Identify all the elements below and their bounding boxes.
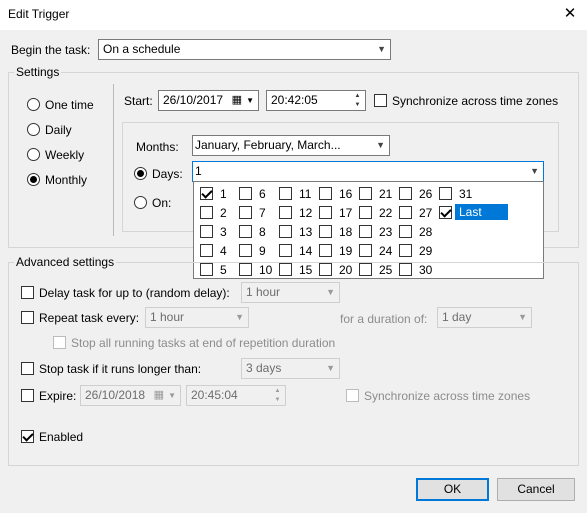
radio-on[interactable] bbox=[134, 196, 147, 209]
enabled-label: Enabled bbox=[39, 430, 84, 444]
radio-one-time-label: One time bbox=[45, 98, 94, 112]
repeat-select[interactable]: 1 hour ▼ bbox=[145, 307, 249, 328]
days-select[interactable]: 1 ▼ bbox=[192, 161, 544, 182]
cancel-button[interactable]: Cancel bbox=[497, 478, 575, 501]
delay-task-checkbox[interactable] bbox=[21, 286, 34, 299]
radio-monthly-label: Monthly bbox=[45, 173, 88, 187]
sync-timezones-checkbox[interactable] bbox=[374, 94, 387, 107]
months-select[interactable]: January, February, March... ▼ bbox=[192, 135, 390, 156]
delay-value: 1 hour bbox=[246, 285, 281, 299]
expire-label: Expire: bbox=[39, 389, 77, 403]
window-title: Edit Trigger bbox=[8, 7, 70, 21]
calendar-icon[interactable]: ▦ bbox=[232, 93, 242, 106]
chevron-down-icon: ▼ bbox=[377, 44, 386, 54]
duration-value: 1 day bbox=[442, 310, 472, 324]
settings-divider bbox=[113, 84, 114, 236]
stop-if-longer-label: Stop task if it runs longer than: bbox=[39, 362, 202, 376]
chevron-down-icon: ▼ bbox=[326, 363, 335, 373]
chevron-down-icon[interactable]: ▼ bbox=[246, 96, 254, 105]
radio-weekly-label: Weekly bbox=[45, 148, 85, 162]
chevron-down-icon: ▼ bbox=[326, 287, 335, 297]
stop-running-checkbox[interactable] bbox=[53, 336, 66, 349]
stop-if-longer-checkbox[interactable] bbox=[21, 362, 34, 375]
repeat-task-label: Repeat task every: bbox=[39, 311, 140, 325]
expire-date-picker[interactable]: 26/10/2018 ▦ ▼ bbox=[80, 385, 181, 406]
close-icon[interactable]: ✕ bbox=[559, 4, 581, 24]
expire-time-value: 20:45:04 bbox=[191, 388, 238, 402]
delay-select[interactable]: 1 hour ▼ bbox=[241, 282, 340, 303]
stop-running-label: Stop all running tasks at end of repetit… bbox=[71, 336, 336, 350]
start-time-value: 20:42:05 bbox=[271, 93, 318, 107]
expire-checkbox[interactable] bbox=[21, 389, 34, 402]
radio-monthly[interactable] bbox=[27, 173, 40, 186]
stop-if-longer-value: 3 days bbox=[246, 361, 282, 375]
chevron-down-icon: ▼ bbox=[530, 166, 539, 176]
title-bar bbox=[0, 0, 587, 30]
chevron-down-icon: ▼ bbox=[235, 312, 244, 322]
radio-daily-label: Daily bbox=[45, 123, 72, 137]
spin-up-icon[interactable]: ▲ bbox=[271, 387, 284, 396]
expire-time-input[interactable]: 20:45:04 ▲ ▼ bbox=[186, 385, 286, 406]
begin-task-value: On a schedule bbox=[103, 42, 181, 56]
spin-down-icon[interactable]: ▼ bbox=[271, 396, 284, 405]
chevron-down-icon: ▼ bbox=[376, 140, 385, 150]
months-label: Months: bbox=[136, 140, 179, 154]
sync-timezones-label: Synchronize across time zones bbox=[392, 94, 559, 108]
settings-group-label: Settings bbox=[14, 65, 62, 79]
calendar-icon[interactable]: ▦ bbox=[154, 388, 164, 401]
begin-task-label: Begin the task: bbox=[11, 43, 91, 57]
enabled-checkbox[interactable] bbox=[21, 430, 34, 443]
delay-task-label: Delay task for up to (random delay): bbox=[39, 286, 230, 300]
radio-one-time[interactable] bbox=[27, 98, 40, 111]
start-date-picker[interactable]: 26/10/2017 ▦ ▼ bbox=[158, 90, 259, 111]
radio-daily[interactable] bbox=[27, 123, 40, 136]
radio-weekly[interactable] bbox=[27, 148, 40, 161]
on-label: On: bbox=[152, 196, 172, 210]
start-date-value: 26/10/2017 bbox=[163, 93, 224, 107]
chevron-down-icon[interactable]: ▼ bbox=[168, 391, 176, 400]
advanced-settings-label: Advanced settings bbox=[14, 255, 117, 269]
start-time-input[interactable]: 20:42:05 ▲ ▼ bbox=[266, 90, 366, 111]
months-value: January, February, March... bbox=[195, 138, 341, 152]
expire-date-value: 26/10/2018 bbox=[85, 388, 146, 402]
repeat-value: 1 hour bbox=[150, 310, 185, 324]
spin-down-icon[interactable]: ▼ bbox=[351, 101, 364, 110]
spin-up-icon[interactable]: ▲ bbox=[351, 92, 364, 101]
days-label: Days: bbox=[152, 167, 183, 181]
days-value: 1 bbox=[195, 164, 202, 178]
expire-sync-label: Synchronize across time zones bbox=[364, 389, 531, 403]
radio-days[interactable] bbox=[134, 167, 147, 180]
chevron-down-icon: ▼ bbox=[518, 312, 527, 322]
duration-label: for a duration of: bbox=[340, 312, 428, 326]
begin-task-select[interactable]: On a schedule ▼ bbox=[98, 39, 391, 60]
expire-sync-checkbox[interactable] bbox=[346, 389, 359, 402]
start-label: Start: bbox=[124, 94, 153, 108]
ok-button[interactable]: OK bbox=[416, 478, 489, 501]
repeat-task-checkbox[interactable] bbox=[21, 311, 34, 324]
duration-select[interactable]: 1 day ▼ bbox=[437, 307, 532, 328]
stop-if-longer-select[interactable]: 3 days ▼ bbox=[241, 358, 340, 379]
